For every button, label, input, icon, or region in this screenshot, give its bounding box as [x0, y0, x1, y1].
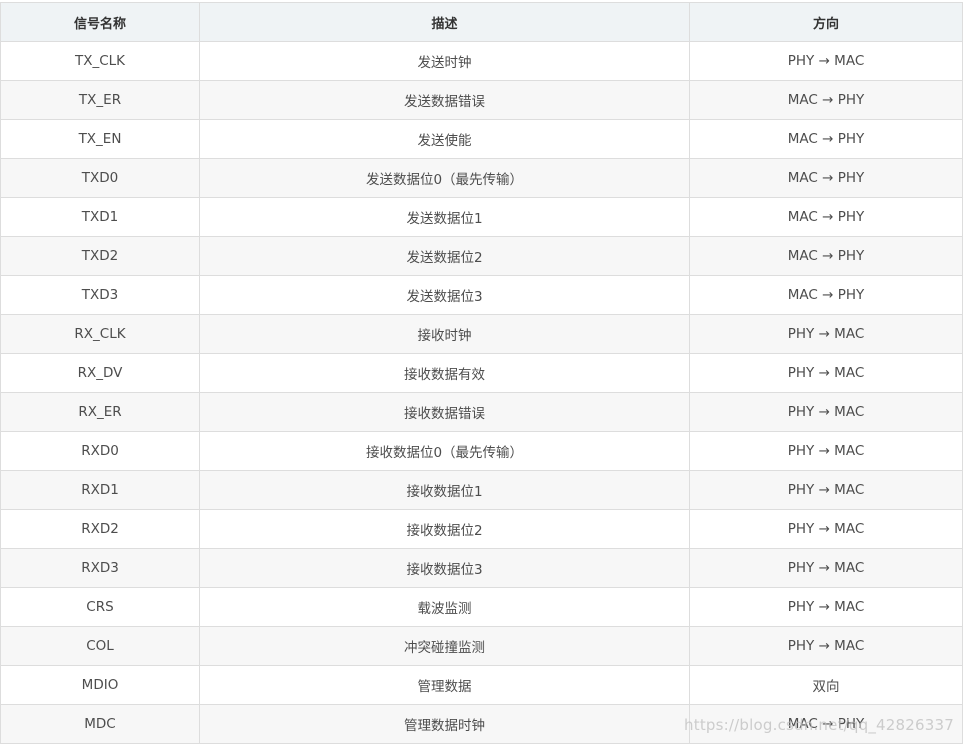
description-cell: 接收数据位3	[199, 548, 690, 588]
description-cell: 发送数据位2	[199, 236, 690, 276]
direction-cell: MAC → PHY	[689, 197, 963, 237]
signal-name-cell: CRS	[0, 587, 200, 627]
table-row: RXD1 接收数据位1 PHY → MAC	[0, 470, 963, 510]
signal-name-cell: TX_ER	[0, 80, 200, 120]
signal-name-cell: MDIO	[0, 665, 200, 705]
description-cell: 冲突碰撞监测	[199, 626, 690, 666]
signal-name-cell: TX_EN	[0, 119, 200, 159]
direction-cell: MAC → PHY	[689, 275, 963, 315]
direction-cell: PHY → MAC	[689, 587, 963, 627]
description-cell: 接收数据位0（最先传输）	[199, 431, 690, 471]
signal-name-cell: RXD0	[0, 431, 200, 471]
table-row: COL 冲突碰撞监测 PHY → MAC	[0, 626, 963, 666]
signal-name-cell: RXD2	[0, 509, 200, 549]
direction-cell: PHY → MAC	[689, 626, 963, 666]
signal-name-cell: RX_CLK	[0, 314, 200, 354]
direction-cell: PHY → MAC	[689, 470, 963, 510]
direction-cell: PHY → MAC	[689, 431, 963, 471]
description-cell: 接收时钟	[199, 314, 690, 354]
header-signal-name: 信号名称	[0, 2, 200, 42]
signal-name-cell: RX_ER	[0, 392, 200, 432]
description-cell: 发送数据错误	[199, 80, 690, 120]
direction-cell: PHY → MAC	[689, 353, 963, 393]
header-row: 信号名称 描述 方向	[0, 2, 963, 42]
description-cell: 管理数据	[199, 665, 690, 705]
description-cell: 管理数据时钟	[199, 704, 690, 744]
table-row: RX_DV 接收数据有效 PHY → MAC	[0, 353, 963, 393]
signal-name-cell: RX_DV	[0, 353, 200, 393]
description-cell: 接收数据错误	[199, 392, 690, 432]
description-cell: 接收数据位1	[199, 470, 690, 510]
header-description: 描述	[199, 2, 690, 42]
direction-cell: MAC → PHY	[689, 119, 963, 159]
direction-cell: PHY → MAC	[689, 41, 963, 81]
signal-name-cell: TXD3	[0, 275, 200, 315]
description-cell: 接收数据有效	[199, 353, 690, 393]
table-header: 信号名称 描述 方向	[0, 2, 963, 42]
description-cell: 发送数据位1	[199, 197, 690, 237]
signal-table: 信号名称 描述 方向 TX_CLK 发送时钟 PHY → MAC TX_ER 发送数据错…	[0, 2, 963, 744]
direction-cell: PHY → MAC	[689, 314, 963, 354]
signal-name-cell: TXD1	[0, 197, 200, 237]
table-row: MDIO 管理数据 双向	[0, 665, 963, 705]
direction-cell: MAC → PHY	[689, 704, 963, 744]
description-cell: 载波监测	[199, 587, 690, 627]
signal-name-cell: TXD2	[0, 236, 200, 276]
direction-cell: MAC → PHY	[689, 80, 963, 120]
description-cell: 发送使能	[199, 119, 690, 159]
table-row: TX_CLK 发送时钟 PHY → MAC	[0, 41, 963, 81]
signal-name-cell: TX_CLK	[0, 41, 200, 81]
signal-name-cell: COL	[0, 626, 200, 666]
table-row: TXD2 发送数据位2 MAC → PHY	[0, 236, 963, 276]
direction-cell: PHY → MAC	[689, 509, 963, 549]
direction-cell: PHY → MAC	[689, 392, 963, 432]
direction-cell: MAC → PHY	[689, 236, 963, 276]
signal-name-cell: MDC	[0, 704, 200, 744]
description-cell: 发送数据位3	[199, 275, 690, 315]
table-row: TXD0 发送数据位0（最先传输） MAC → PHY	[0, 158, 963, 198]
table-row: TX_EN 发送使能 MAC → PHY	[0, 119, 963, 159]
table-row: TX_ER 发送数据错误 MAC → PHY	[0, 80, 963, 120]
table-row: CRS 载波监测 PHY → MAC	[0, 587, 963, 627]
description-cell: 发送时钟	[199, 41, 690, 81]
description-cell: 发送数据位0（最先传输）	[199, 158, 690, 198]
table-row: RXD2 接收数据位2 PHY → MAC	[0, 509, 963, 549]
table-row: RXD3 接收数据位3 PHY → MAC	[0, 548, 963, 588]
signal-name-cell: RXD3	[0, 548, 200, 588]
table-row: RX_ER 接收数据错误 PHY → MAC	[0, 392, 963, 432]
table-body: TX_CLK 发送时钟 PHY → MAC TX_ER 发送数据错误 MAC → PHY T…	[0, 41, 963, 744]
table-row: RXD0 接收数据位0（最先传输） PHY → MAC	[0, 431, 963, 471]
direction-cell: MAC → PHY	[689, 158, 963, 198]
table-row: RX_CLK 接收时钟 PHY → MAC	[0, 314, 963, 354]
direction-cell: 双向	[689, 665, 963, 705]
table-row: TXD3 发送数据位3 MAC → PHY	[0, 275, 963, 315]
signal-name-cell: RXD1	[0, 470, 200, 510]
table-row: MDC 管理数据时钟 MAC → PHY	[0, 704, 963, 744]
table-row: TXD1 发送数据位1 MAC → PHY	[0, 197, 963, 237]
direction-cell: PHY → MAC	[689, 548, 963, 588]
description-cell: 接收数据位2	[199, 509, 690, 549]
signal-name-cell: TXD0	[0, 158, 200, 198]
header-direction: 方向	[689, 2, 963, 42]
